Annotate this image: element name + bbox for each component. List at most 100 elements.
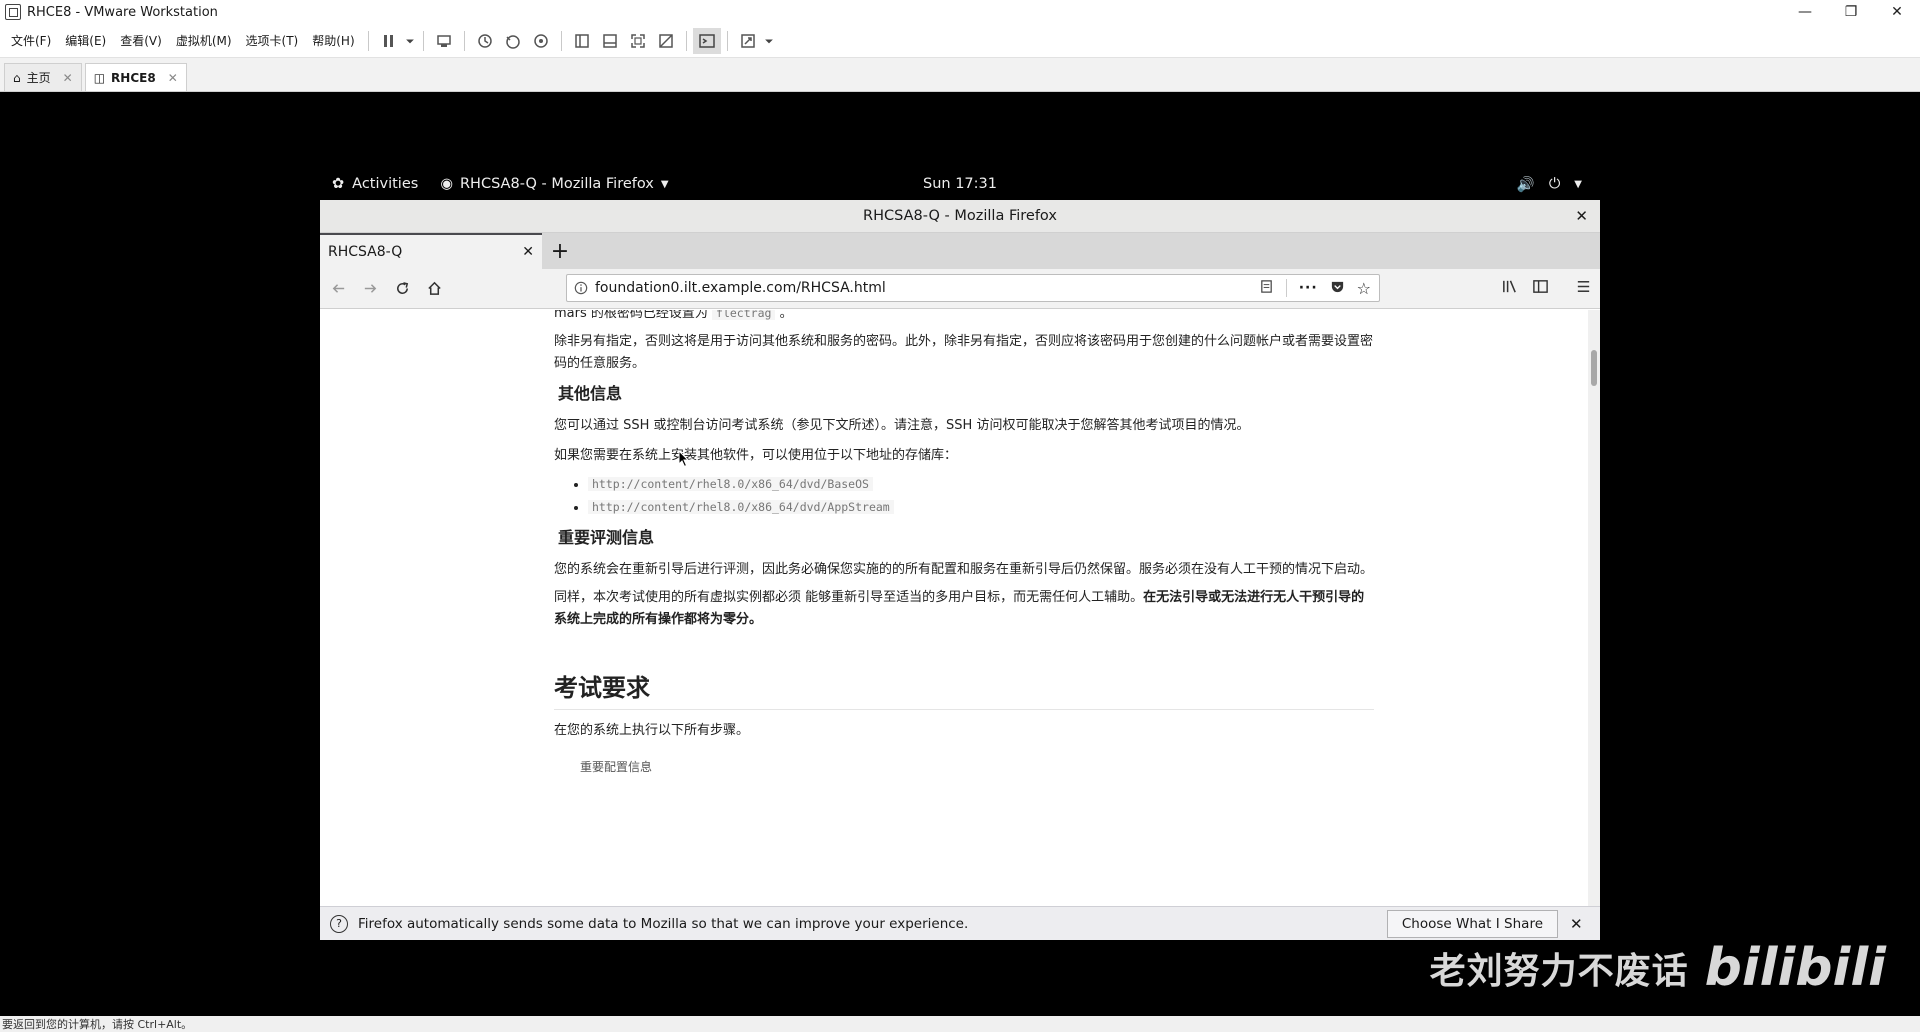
firefox-window-title: RHCSA8-Q - Mozilla Firefox — [863, 208, 1057, 224]
close-icon[interactable]: ✕ — [1575, 207, 1588, 225]
site-info-icon[interactable] — [567, 281, 595, 295]
activities-label: Activities — [352, 176, 419, 192]
activities-button[interactable]: ✿ Activities — [332, 176, 418, 192]
text: mars 的根密码已经设置为 — [554, 310, 708, 321]
close-tab-icon[interactable]: ✕ — [522, 244, 534, 260]
send-ctrl-alt-del-icon[interactable] — [430, 28, 458, 54]
url-bar[interactable]: foundation0.ilt.example.com/RHCSA.html ·… — [566, 274, 1380, 302]
minimize-button[interactable]: — — [1782, 0, 1828, 24]
plus-icon: + — [550, 238, 570, 264]
hamburger-menu-icon[interactable] — [1575, 278, 1592, 299]
close-tab-icon[interactable]: ✕ — [168, 71, 178, 85]
menu-vm[interactable]: 虚拟机(M) — [169, 32, 239, 49]
menu-view[interactable]: 查看(V) — [113, 32, 169, 49]
pause-dropdown-icon[interactable] — [403, 28, 417, 54]
paragraph: 同样，本次考试使用的所有虚拟实例都必须 能够重新引导至适当的多用户目标，而无需任… — [554, 587, 1374, 631]
bookmark-star-icon[interactable]: ☆ — [1357, 279, 1371, 298]
browser-tab-title: RHCSA8-Q — [328, 244, 403, 260]
vmware-tabbar: ⌂ 主页 ✕ ◫ RHCE8 ✕ — [0, 58, 1920, 92]
page-content[interactable]: mars 的根密码已经设置为 flectrag 。 除非另有指定，否则这将是用于… — [320, 310, 1588, 906]
gnome-top-bar: ✿ Activities ◉ RHCSA8-Q - Mozilla Firefo… — [320, 168, 1600, 200]
stretch-guest-icon[interactable] — [734, 28, 762, 54]
tab-rhce8[interactable]: ◫ RHCE8 ✕ — [84, 63, 187, 91]
app-menu[interactable]: ◉ RHCSA8-Q - Mozilla Firefox ▼ — [440, 176, 668, 192]
volume-icon: 🔊 — [1516, 176, 1535, 193]
tab-label: 主页 — [26, 71, 51, 85]
menu-file[interactable]: 文件(F) — [0, 32, 58, 49]
back-button[interactable] — [322, 273, 354, 305]
close-tab-icon[interactable]: ✕ — [63, 71, 73, 85]
toolbar-divider — [463, 30, 465, 51]
repo-url[interactable]: http://content/rhel8.0/x86_64/dvd/BaseOS — [588, 477, 873, 491]
scrollbar-thumb[interactable] — [1591, 350, 1597, 386]
home-button[interactable] — [418, 273, 450, 305]
subsection-heading: 重要配置信息 — [580, 760, 653, 774]
menu-tabs[interactable]: 选项卡(T) — [239, 32, 306, 49]
pause-icon[interactable] — [375, 28, 403, 54]
list-item: http://content/rhel8.0/x86_64/dvd/AppStr… — [588, 496, 1374, 519]
toolbar-divider — [685, 30, 687, 51]
clock[interactable]: Sun 17:31 — [923, 176, 997, 192]
watermark: 老刘努力不废话 bilibili — [1430, 938, 1886, 998]
paragraph: 在您的系统上执行以下所有步骤。 — [554, 723, 750, 738]
section-heading: 重要评测信息 — [558, 528, 655, 547]
sidebar-icon[interactable] — [1532, 278, 1549, 299]
window-title: RHCE8 - VMware Workstation — [27, 4, 218, 20]
firefox-icon: ◉ — [440, 176, 453, 192]
forward-button[interactable] — [354, 273, 386, 305]
section-heading: 其他信息 — [558, 384, 623, 403]
snapshot-manager-icon[interactable] — [527, 28, 555, 54]
toolbar-divider — [560, 30, 562, 51]
toolbar-divider — [422, 30, 424, 51]
url-text[interactable]: foundation0.ilt.example.com/RHCSA.html — [595, 280, 1259, 296]
pocket-icon[interactable] — [1330, 279, 1345, 298]
paragraph: 您的系统会在重新引导后进行评测，因此务必确保您实施的的所有配置和服务在重新引导后… — [554, 562, 1374, 577]
new-tab-button[interactable]: + — [542, 233, 578, 269]
reload-button[interactable] — [386, 273, 418, 305]
home-icon — [427, 281, 441, 295]
paragraph: 您可以通过 SSH 或控制台访问考试系统（参见下文所述）。请注意，SSH 访问权… — [554, 418, 1250, 433]
firefox-toolbar-right — [1501, 278, 1592, 299]
text: 同样，本次考试使用的所有虚拟实例都必须 能够重新引导至适当的多用户目标，而无需任… — [554, 590, 1144, 605]
system-tray[interactable]: 🔊 ⏻ ▼ — [1517, 176, 1582, 193]
root-password-line: mars 的根密码已经设置为 flectrag 。 — [554, 310, 1374, 325]
tab-label: RHCE8 — [111, 70, 156, 85]
tab-home[interactable]: ⌂ 主页 ✕ — [4, 63, 82, 91]
page-actions-icon[interactable]: ··· — [1299, 280, 1318, 296]
show-library-icon[interactable] — [568, 28, 596, 54]
urlbar-divider — [1285, 279, 1287, 297]
status-text: 要返回到您的计算机，请按 Ctrl+Alt。 — [2, 1018, 193, 1031]
vmware-statusbar: 要返回到您的计算机，请按 Ctrl+Alt。 — [0, 1016, 1920, 1032]
firefox-tabstrip: RHCSA8-Q ✕ + — [320, 233, 1600, 269]
choose-what-i-share-button[interactable]: Choose What I Share — [1386, 909, 1558, 938]
stretch-dropdown-icon[interactable] — [762, 28, 776, 54]
close-icon[interactable]: ✕ — [1570, 915, 1590, 933]
menu-edit[interactable]: 编辑(E) — [58, 32, 113, 49]
browser-tab[interactable]: RHCSA8-Q ✕ — [320, 233, 542, 269]
repo-url[interactable]: http://content/rhel8.0/x86_64/dvd/AppStr… — [588, 500, 894, 514]
library-icon[interactable] — [1501, 278, 1518, 299]
revert-snapshot-icon[interactable] — [499, 28, 527, 54]
text: 。 — [779, 310, 793, 321]
vmware-menubar: 文件(F) 编辑(E) 查看(V) 虚拟机(M) 选项卡(T) 帮助(H) — [0, 24, 1920, 58]
vmware-app-icon — [5, 4, 21, 20]
restore-button[interactable]: ❐ — [1828, 0, 1874, 24]
vm-icon: ◫ — [93, 70, 106, 85]
unity-icon[interactable] — [652, 28, 680, 54]
paragraph: 如果您需要在系统上安装其他软件，可以使用位于以下地址的存储库： — [554, 448, 958, 463]
thumbnail-bar-icon[interactable] — [596, 28, 624, 54]
page-section-title: 考试要求 — [554, 676, 1374, 710]
firefox-window: RHCSA8-Q - Mozilla Firefox ✕ RHCSA8-Q ✕ … — [320, 200, 1600, 940]
reader-view-icon[interactable] — [1259, 279, 1274, 298]
home-icon: ⌂ — [13, 70, 21, 85]
full-screen-icon[interactable] — [624, 28, 652, 54]
reload-icon — [396, 282, 408, 294]
close-window-button[interactable]: ✕ — [1874, 0, 1920, 24]
snapshot-icon[interactable] — [471, 28, 499, 54]
chevron-down-icon: ▼ — [1574, 178, 1582, 190]
menu-help[interactable]: 帮助(H) — [305, 32, 361, 49]
app-menu-label: RHCSA8-Q - Mozilla Firefox — [459, 176, 654, 192]
console-view-icon[interactable] — [692, 27, 721, 54]
scrollbar[interactable] — [1588, 310, 1600, 906]
toolbar-divider — [367, 30, 369, 51]
